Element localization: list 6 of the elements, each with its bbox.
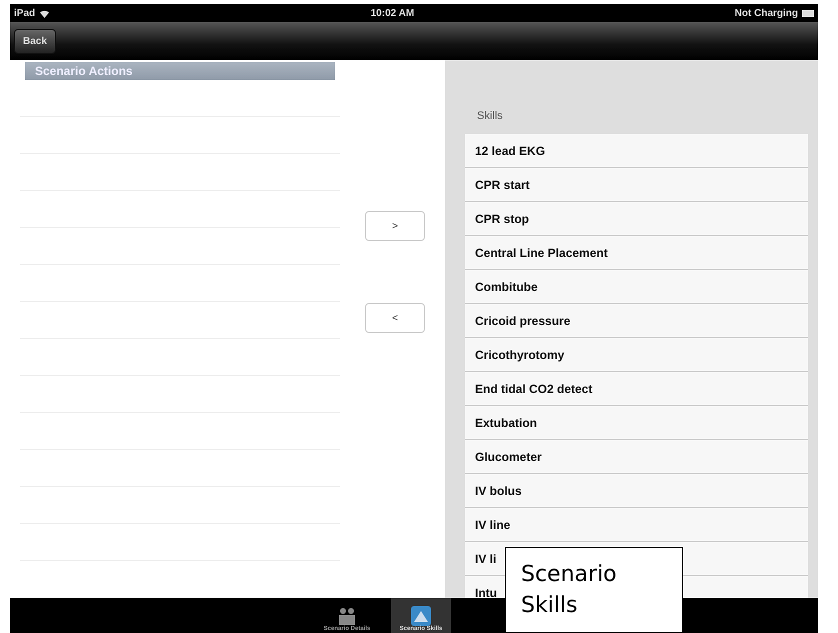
clock: 10:02 AM — [370, 8, 414, 18]
section-header: Skills — [476, 109, 504, 124]
caption-tooltip: Scenario Skills — [505, 547, 683, 633]
section-header: Scenario Actions — [25, 62, 335, 80]
charging-status: Not Charging — [734, 8, 798, 18]
device-name: iPad — [14, 8, 36, 18]
